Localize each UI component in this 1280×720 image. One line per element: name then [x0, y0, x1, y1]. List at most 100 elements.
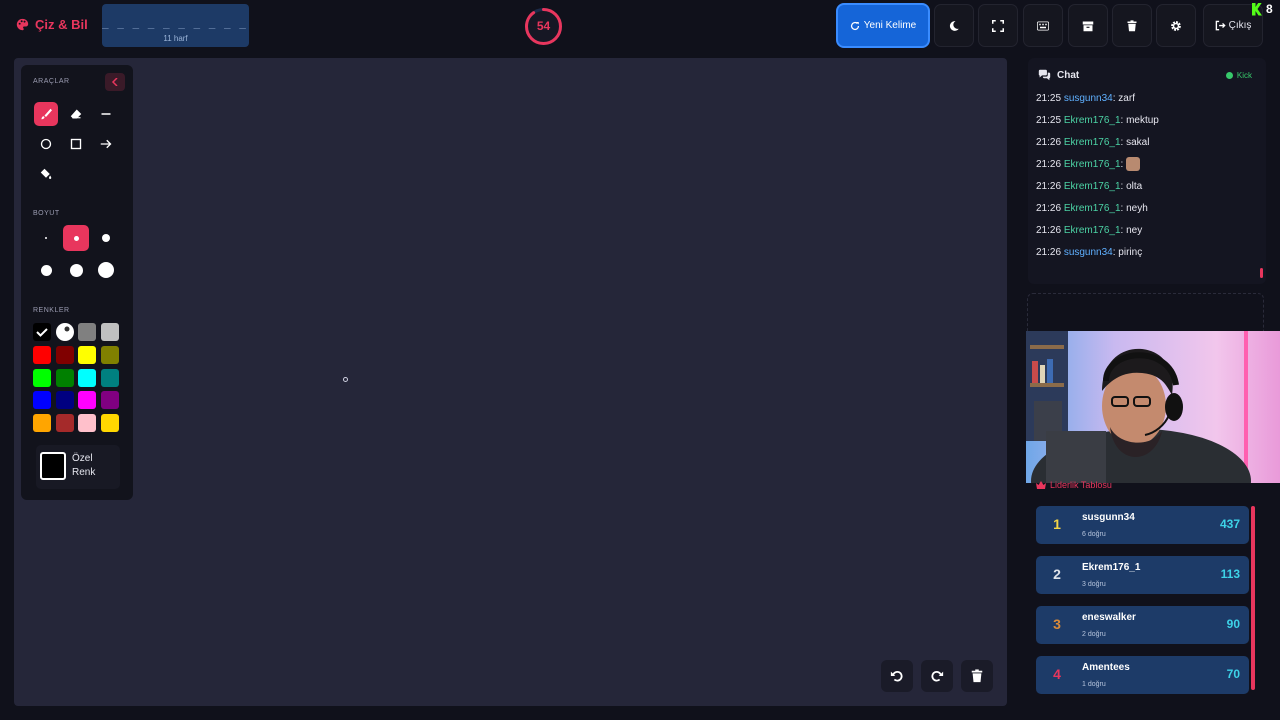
- tool-circle[interactable]: [34, 132, 58, 156]
- message-user[interactable]: Ekrem176_1: [1064, 225, 1121, 236]
- size-option[interactable]: [63, 257, 89, 283]
- size-option[interactable]: [33, 257, 59, 283]
- color-swatch[interactable]: [33, 414, 51, 433]
- fullscreen-icon: [992, 19, 1004, 32]
- size-option[interactable]: [63, 225, 89, 251]
- new-word-button[interactable]: Yeni Kelime: [836, 3, 930, 48]
- correct-count: 6 doğru: [1082, 531, 1106, 538]
- message-text: : sakal: [1120, 137, 1150, 148]
- color-swatch[interactable]: [100, 414, 119, 433]
- tool-rectangle[interactable]: [64, 132, 88, 156]
- color-swatch[interactable]: [33, 345, 51, 364]
- settings-button[interactable]: [1156, 4, 1196, 47]
- chat-message: 21:26 susgunn34: pirinç: [1036, 242, 1258, 264]
- archive-button[interactable]: [1068, 4, 1108, 47]
- color-swatch[interactable]: [33, 368, 51, 387]
- viewer-count: 8: [1266, 2, 1273, 16]
- new-word-label: Yeni Kelime: [863, 20, 917, 31]
- size-dot: [73, 235, 79, 241]
- moon-icon: [949, 20, 959, 31]
- chat-panel: Chat Kick 21:25 susgunn34: zarf 21:25 Ekr…: [1028, 58, 1266, 284]
- color-swatch[interactable]: [55, 345, 74, 364]
- chat-message: 21:26 Ekrem176_1:: [1036, 154, 1258, 176]
- chat-message: 21:26 Ekrem176_1: neyh: [1036, 198, 1258, 220]
- message-text: : ney: [1120, 225, 1143, 236]
- tool-eraser[interactable]: [64, 102, 88, 126]
- undo-button[interactable]: [881, 660, 913, 692]
- chat-scrollbar[interactable]: [1260, 268, 1263, 278]
- keyboard-button[interactable]: [1023, 4, 1063, 47]
- message-user[interactable]: Ekrem176_1: [1064, 159, 1121, 170]
- size-option[interactable]: [33, 225, 59, 251]
- player-score: 113: [1220, 567, 1240, 581]
- color-swatch[interactable]: [55, 414, 74, 433]
- theme-toggle-button[interactable]: [934, 4, 974, 47]
- tool-arrow[interactable]: [94, 132, 118, 156]
- archive-icon: [1082, 21, 1094, 31]
- color-swatch[interactable]: [55, 391, 74, 410]
- chat-messages[interactable]: 21:25 susgunn34: zarf 21:25 Ekrem176_1: m…: [1036, 88, 1258, 276]
- message-user[interactable]: susgunn34: [1064, 93, 1113, 104]
- paint-bucket-icon: [40, 168, 52, 180]
- tool-line[interactable]: [94, 102, 118, 126]
- message-user[interactable]: susgunn34: [1064, 247, 1113, 258]
- color-swatch[interactable]: [33, 323, 51, 341]
- clear-canvas-button[interactable]: [961, 660, 993, 692]
- size-option[interactable]: [93, 257, 119, 283]
- chat-message: 21:26 Ekrem176_1: ney: [1036, 220, 1258, 242]
- message-user[interactable]: Ekrem176_1: [1064, 203, 1121, 214]
- app-title: Çiz & Bil: [35, 17, 88, 32]
- color-swatch[interactable]: [100, 345, 119, 364]
- message-text: : neyh: [1120, 203, 1148, 214]
- trash-icon: [971, 669, 983, 683]
- color-swatch[interactable]: [78, 323, 96, 341]
- leaderboard-row: 4 Amentees 1 doğru 70: [1036, 656, 1249, 694]
- message-time: 21:26: [1036, 203, 1064, 214]
- player-name: eneswalker: [1082, 612, 1136, 623]
- correct-count: 3 doğru: [1082, 581, 1106, 588]
- brush-cursor: [343, 377, 348, 382]
- color-swatch[interactable]: [100, 323, 119, 341]
- color-swatch[interactable]: [33, 391, 51, 410]
- trash-icon: [1127, 19, 1137, 31]
- message-user[interactable]: Ekrem176_1: [1064, 115, 1121, 126]
- color-swatch[interactable]: [55, 368, 74, 387]
- message-user[interactable]: Ekrem176_1: [1064, 181, 1121, 192]
- leaderboard-rank: 1: [1053, 516, 1061, 532]
- size-dot: [102, 234, 110, 242]
- redo-icon: [931, 671, 944, 682]
- fullscreen-button[interactable]: [978, 4, 1018, 47]
- line-icon: [101, 113, 111, 115]
- color-swatch[interactable]: [100, 368, 119, 387]
- message-user[interactable]: Ekrem176_1: [1064, 137, 1121, 148]
- player-name: Amentees: [1082, 662, 1130, 673]
- collapse-panel-button[interactable]: [105, 73, 125, 91]
- drawing-canvas[interactable]: [14, 58, 1007, 706]
- palette-icon: [16, 18, 29, 31]
- message-time: 21:25: [1036, 115, 1064, 126]
- color-swatch[interactable]: [55, 323, 74, 341]
- tool-fill[interactable]: [34, 162, 58, 186]
- color-swatch[interactable]: [100, 391, 119, 410]
- size-section-label: BOYUT: [33, 210, 60, 217]
- size-option[interactable]: [93, 225, 119, 251]
- leaderboard-scrollbar[interactable]: [1251, 506, 1255, 690]
- redo-button[interactable]: [921, 660, 953, 692]
- color-swatch[interactable]: [78, 414, 96, 433]
- delete-button[interactable]: [1112, 4, 1152, 47]
- tool-brush[interactable]: [34, 102, 58, 126]
- color-swatch[interactable]: [78, 391, 96, 410]
- eraser-icon: [70, 109, 82, 119]
- message-time: 21:26: [1036, 247, 1064, 258]
- app-logo: Çiz & Bil: [16, 17, 88, 32]
- refresh-icon: [850, 21, 859, 30]
- message-time: 21:26: [1036, 159, 1064, 170]
- leaderboard-row: 1 susgunn34 6 doğru 437: [1036, 506, 1249, 544]
- message-time: 21:25: [1036, 93, 1064, 104]
- custom-color-button[interactable]: Özel Renk: [36, 445, 120, 489]
- correct-count: 2 doğru: [1082, 631, 1106, 638]
- player-score: 437: [1219, 517, 1240, 531]
- correct-count: 1 doğru: [1082, 681, 1106, 688]
- color-swatch[interactable]: [78, 368, 96, 387]
- color-swatch[interactable]: [78, 345, 96, 364]
